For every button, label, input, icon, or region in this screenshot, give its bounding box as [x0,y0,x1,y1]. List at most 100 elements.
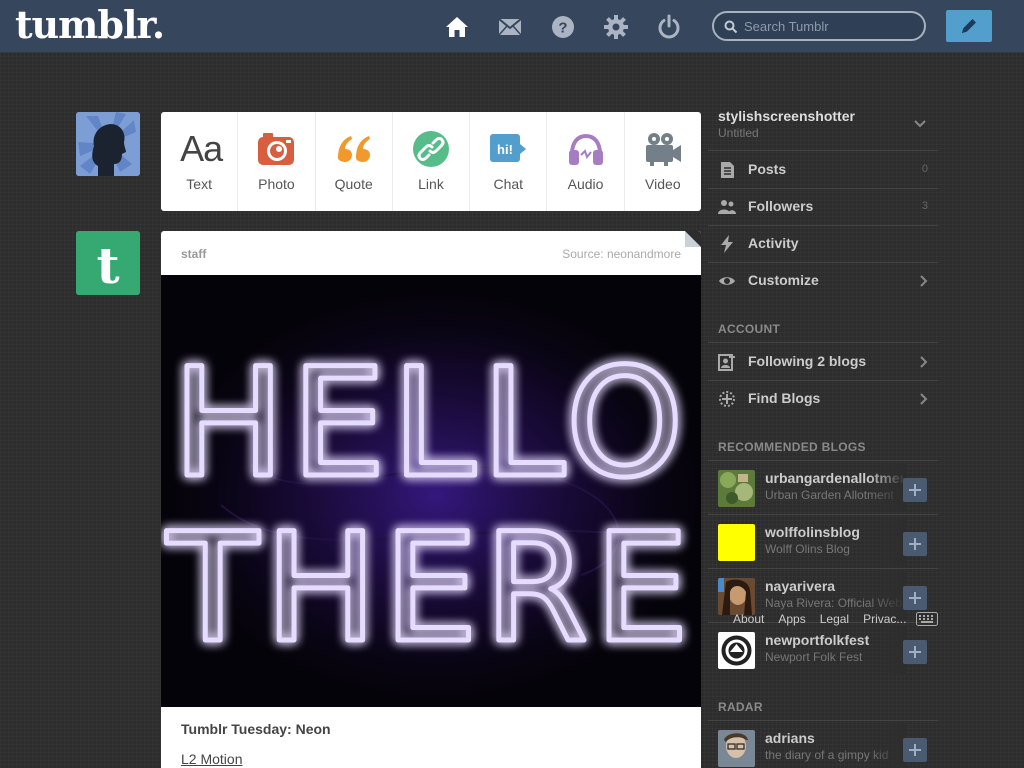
following-icon [718,353,736,371]
post-type-chat[interactable]: hi! Chat [470,112,548,211]
home-icon[interactable] [444,14,470,40]
post-type-label: Quote [334,176,373,192]
sidebar-item-posts[interactable]: Posts 0 [708,151,938,188]
chevron-right-icon [920,356,928,368]
chat-icon: hi! [489,130,527,168]
sidebar-item-label: Activity [748,235,799,251]
blog-avatar[interactable] [718,578,755,615]
recommended-header: RECOMMENDED BLOGS [718,440,866,454]
link-icon [412,130,450,168]
find-blogs-icon [718,390,736,408]
pencil-icon [962,19,976,33]
blog-avatar[interactable] [718,470,755,507]
post-type-label: Text [186,176,212,192]
sidebar-item-followers[interactable]: Followers 3 [708,188,938,225]
fade-overlay [868,464,906,512]
post-type-text[interactable]: Aa Text [161,112,239,211]
follow-plus-button[interactable] [903,738,927,762]
post-type-video[interactable]: Video [625,112,701,211]
post-photo[interactable]: HELLO THERE [161,275,701,707]
blog-avatar[interactable] [718,524,755,561]
post-source[interactable]: Source: neonandmore [562,247,681,261]
radar-header: RADAR [718,700,763,714]
keyboard-icon[interactable] [916,612,938,626]
sidebar-item-label: Followers [748,198,814,214]
svg-text:?: ? [558,20,567,37]
sidebar-item-customize[interactable]: Customize [708,262,938,299]
post-type-label: Photo [258,176,295,192]
footer-link-apps[interactable]: Apps [778,612,805,626]
camera-icon [257,130,295,168]
chevron-right-icon [920,393,928,405]
post-author[interactable]: staff [181,247,206,261]
neon-text-line2: THERE [166,502,695,676]
gear-icon[interactable] [603,14,629,40]
chevron-down-icon[interactable] [914,120,926,128]
staff-avatar[interactable]: t [76,231,140,295]
video-camera-icon [644,130,682,168]
footer-links: About Apps Legal Privac... [733,612,920,626]
power-icon[interactable] [656,14,682,40]
recommended-blog[interactable]: wolffolinsblog Wolff Olins Blog [708,514,938,568]
fade-overlay [868,626,906,674]
fade-overlay [868,724,906,768]
activity-icon [718,235,736,253]
follow-plus-button[interactable] [903,532,927,556]
eye-icon [718,272,736,290]
account-header: ACCOUNT [718,322,781,336]
follow-plus-button[interactable] [903,478,927,502]
post-type-label: Chat [493,176,524,192]
blog-avatar[interactable] [718,632,755,669]
tumblr-logo[interactable]: tumblr. [15,3,165,47]
follow-plus-button[interactable] [903,586,927,610]
footer-link-privacy[interactable]: Privac... [863,612,906,626]
posts-count: 0 [921,163,928,175]
sidebar-item-following[interactable]: Following 2 blogs [708,343,938,380]
post-type-link[interactable]: Link [393,112,471,211]
compose-button[interactable] [946,10,992,42]
sidebar-blog-name[interactable]: stylishscreenshotter [718,108,855,124]
post-title: Tumblr Tuesday: Neon [181,721,331,737]
post-link[interactable]: L2 Motion [181,751,242,767]
post-type-audio[interactable]: Audio [547,112,625,211]
blog-avatar[interactable] [718,730,755,767]
sidebar-item-find-blogs[interactable]: Find Blogs [708,380,938,417]
text-aa-icon: Aa [180,128,223,169]
post-type-label: Link [418,176,444,192]
help-icon[interactable]: ? [550,14,576,40]
sidebar-item-label: Following 2 blogs [748,353,867,369]
search-input[interactable] [744,17,914,35]
sidebar-item-label: Customize [748,272,819,288]
headphones-icon [567,130,605,168]
sidebar-item-activity[interactable]: Activity [708,225,938,262]
user-avatar[interactable] [76,112,140,176]
svg-text:hi!: hi! [497,142,513,157]
fade-overlay [868,518,906,566]
post-type-photo[interactable]: Photo [238,112,316,211]
post-type-label: Video [645,176,681,192]
footer-link-legal[interactable]: Legal [820,612,849,626]
recommended-blog[interactable]: urbangardenallotment Urban Garden Allotm… [708,460,938,514]
svg-text:t: t [96,236,119,295]
top-bar: tumblr. ? [0,0,1024,53]
followers-icon [718,198,736,216]
post-type-label: Audio [567,176,604,192]
search-box[interactable] [712,11,926,41]
footer-link-about[interactable]: About [733,612,764,626]
neon-text-line1: HELLO [172,337,689,511]
post-type-bar: Aa Text Photo Quote Link hi! Chat Audio [161,112,701,211]
post-card: staff Source: neonandmore HELLO THERE Tu… [161,231,701,768]
sidebar-blog-subtitle: Untitled [718,126,759,140]
sidebar: stylishscreenshotter Untitled Posts 0 Fo… [708,100,938,768]
posts-icon [718,161,736,179]
recommended-blog[interactable]: newportfolkfest Newport Folk Fest [708,622,938,676]
quote-icon [335,130,373,168]
radar-blog[interactable]: adrians the diary of a gimpy kid [708,720,938,768]
followers-count: 3 [921,200,928,212]
follow-plus-button[interactable] [903,640,927,664]
post-fold-corner [685,231,701,247]
sidebar-item-label: Posts [748,161,787,177]
chevron-right-icon [920,275,928,287]
mail-icon[interactable] [497,14,523,40]
post-type-quote[interactable]: Quote [316,112,393,211]
